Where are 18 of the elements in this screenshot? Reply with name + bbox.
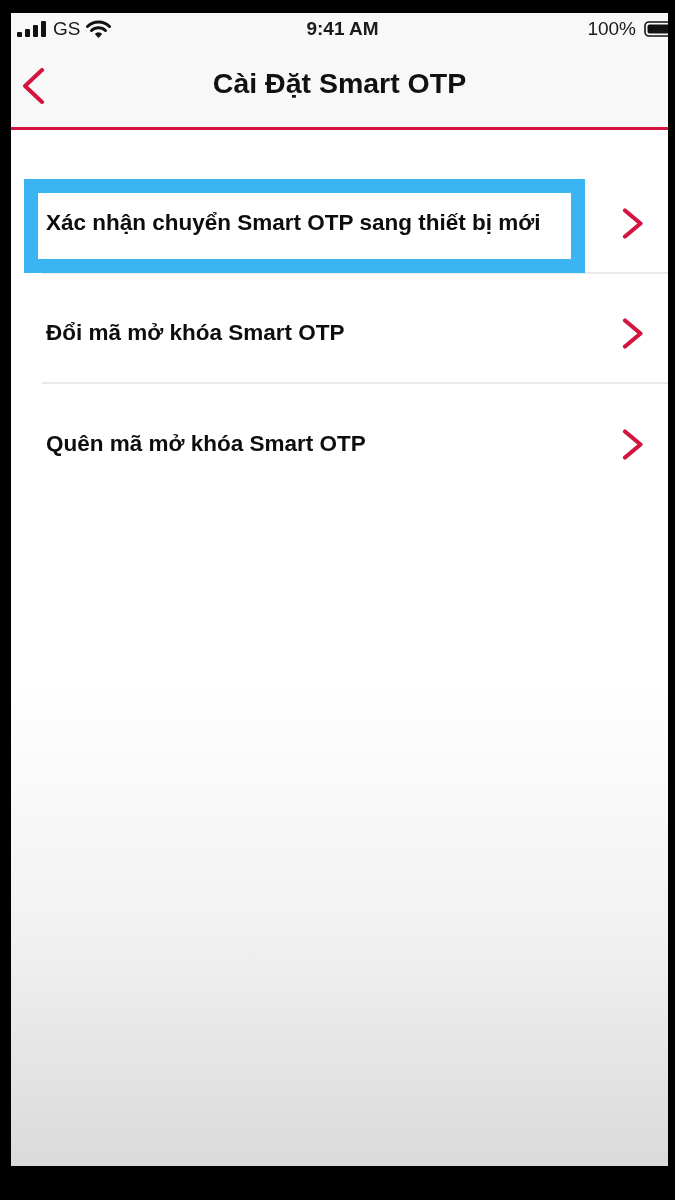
carrier-name: GS (53, 18, 81, 40)
signal-icon (17, 21, 47, 37)
chevron-left-icon (21, 68, 45, 104)
battery-percent: 100% (587, 18, 636, 40)
menu-item-label: Quên mã mở khóa Smart OTP (46, 431, 366, 457)
menu-item[interactable]: Đổi mã mở khóa Smart OTP (42, 274, 668, 384)
battery-icon (644, 21, 668, 37)
menu-item[interactable]: Xác nhận chuyển Smart OTP sang thiết bị mới (42, 164, 668, 274)
back-button[interactable] (21, 68, 45, 104)
wifi-icon (86, 20, 112, 38)
menu-item-label: Xác nhận chuyển Smart OTP sang thiết bị mới (46, 210, 541, 236)
nav-title: Cài Đặt Smart OTP (211, 66, 468, 100)
chevron-right-icon (622, 317, 644, 349)
status-time: 9:41 AM (306, 18, 379, 40)
chevron-right-icon (622, 207, 644, 239)
chevron-right-icon (622, 428, 644, 460)
menu-item-label: Đổi mã mở khóa Smart OTP (46, 320, 345, 346)
menu-item[interactable]: Quên mã mở khóa Smart OTP (42, 384, 668, 494)
